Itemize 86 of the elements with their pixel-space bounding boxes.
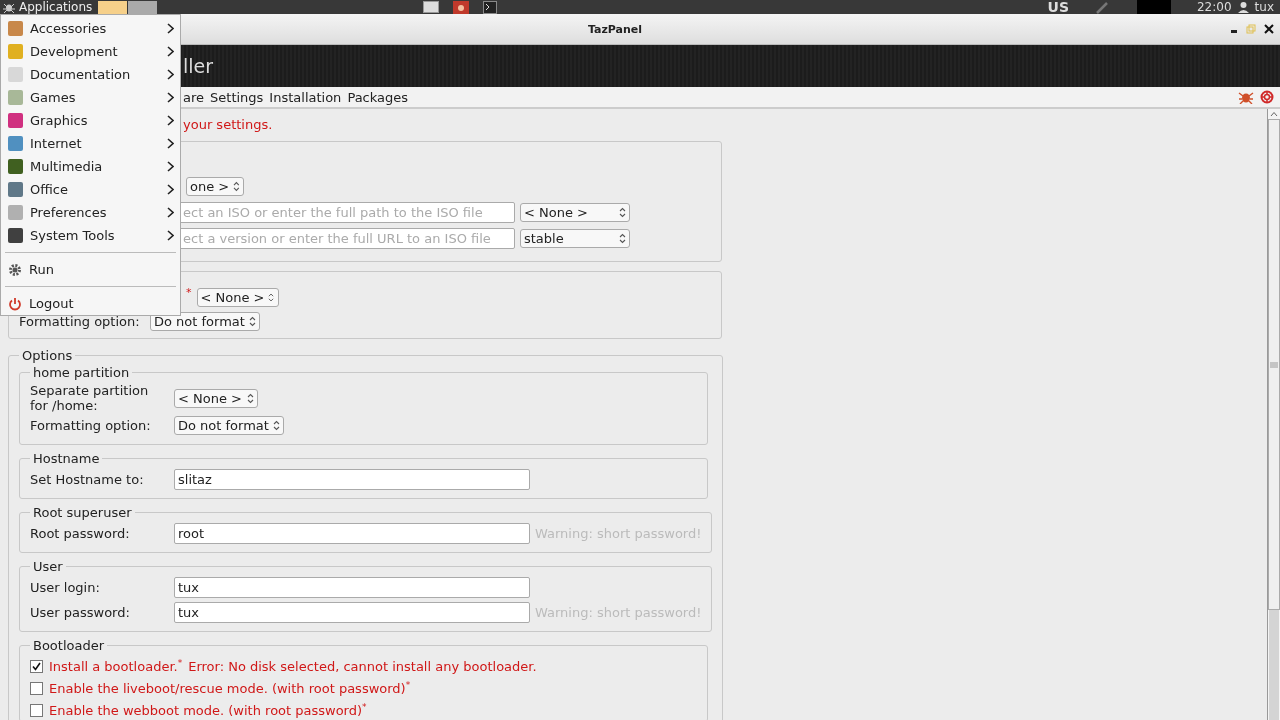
chevron-right-icon — [167, 23, 174, 34]
menu-link[interactable]: Installation — [269, 89, 342, 105]
window-title: TazPanel — [587, 22, 643, 36]
menu-item[interactable]: Office — [1, 178, 180, 201]
input-field[interactable]: tux — [174, 576, 530, 598]
taskbar-button[interactable] — [128, 0, 158, 14]
terminal-icon[interactable] — [483, 0, 498, 14]
chevron-right-icon — [167, 138, 174, 149]
group-legend: Bootloader — [30, 638, 108, 653]
field-label: Set Hostname to: — [30, 471, 145, 487]
dropdown[interactable]: < None > — [196, 287, 279, 307]
dropdown[interactable]: stable — [520, 228, 630, 248]
arrow-up-icon[interactable] — [1270, 111, 1278, 117]
chevron-right-icon — [167, 46, 174, 57]
chevron-right-icon — [167, 230, 174, 241]
group-legend: home partition — [30, 365, 133, 380]
field-label: Separate partition for /home: — [30, 383, 150, 413]
clock[interactable]: 22:00 — [1197, 0, 1232, 14]
group-legend: User — [30, 559, 66, 574]
field-label: Root password: — [30, 525, 131, 541]
group-legend: Options — [19, 348, 76, 363]
tray-block — [1137, 0, 1171, 14]
chevron-right-icon — [167, 161, 174, 172]
menu-item[interactable]: Preferences — [1, 201, 180, 224]
menu-item[interactable]: Accessories — [1, 17, 180, 40]
updown-icon — [249, 315, 256, 327]
keyboard-layout[interactable]: US — [1047, 0, 1069, 14]
power-icon — [8, 296, 22, 311]
menu-item[interactable]: Games — [1, 86, 180, 109]
menu-link[interactable]: Packages — [347, 89, 409, 105]
input-field[interactable]: ect an ISO or enter the full path to the ISO file — [179, 201, 515, 223]
input-field[interactable]: ect a version or enter the full URL to an ISO file — [179, 227, 515, 249]
checkbox[interactable] — [30, 659, 43, 673]
chevron-right-icon — [167, 115, 174, 126]
menu-item[interactable]: Multimedia — [1, 155, 180, 178]
notice-text: your settings. — [183, 117, 273, 133]
dropdown[interactable]: one > — [186, 176, 244, 196]
updown-icon — [619, 232, 626, 244]
menu-item[interactable]: Internet — [1, 132, 180, 155]
checkbox-label[interactable]: Enable the liveboot/rescue mode. (with root password)$^{*}$ — [49, 679, 411, 697]
chevron-right-icon — [167, 184, 174, 195]
input-field[interactable]: tux — [174, 601, 530, 623]
dropdown[interactable]: Do not format — [174, 415, 284, 435]
user-name[interactable]: tux — [1254, 0, 1274, 14]
menu-item[interactable]: Development — [1, 40, 180, 63]
menu-item[interactable]: Graphics — [1, 109, 180, 132]
taskbar-button[interactable] — [98, 0, 128, 14]
menu-item[interactable]: Run — [1, 258, 180, 281]
dropdown[interactable]: Do not format — [150, 311, 260, 331]
window-icon[interactable] — [423, 1, 440, 13]
input-field[interactable]: root — [174, 522, 530, 544]
gear-icon — [8, 262, 22, 277]
group-legend: Hostname — [30, 451, 103, 466]
checkbox[interactable] — [30, 681, 43, 695]
chevron-right-icon — [167, 92, 174, 103]
updown-icon — [619, 206, 626, 218]
checkbox[interactable] — [30, 703, 43, 717]
group-legend: Root superuser — [30, 505, 135, 520]
applications-menu-button[interactable]: Applications — [0, 0, 99, 14]
error-text: Error: No disk selected, cannot install any bootloader. — [188, 658, 537, 674]
menu-item[interactable]: System Tools — [1, 224, 180, 247]
required-mark: * — [186, 286, 192, 299]
dropdown[interactable]: < None > — [174, 388, 258, 408]
chevron-right-icon — [167, 69, 174, 80]
field-label: User password: — [30, 604, 131, 620]
updown-icon — [233, 180, 240, 192]
close-icon[interactable] — [1264, 24, 1274, 34]
scrollbar[interactable] — [1267, 109, 1280, 720]
input-field[interactable]: slitaz — [174, 468, 530, 490]
user-icon — [1237, 1, 1249, 13]
chevron-right-icon — [167, 207, 174, 218]
field-label: Formatting option: — [30, 417, 152, 433]
updown-icon — [247, 392, 254, 404]
checkbox-label[interactable]: Install a bootloader.$^{*}$ — [49, 657, 183, 675]
menu-link[interactable]: are — [183, 89, 205, 105]
checkbox-label[interactable]: Enable the webboot mode. (with root password)$^{*}$ — [49, 701, 367, 719]
menu-item[interactable]: Documentation — [1, 63, 180, 86]
updown-icon — [268, 291, 275, 303]
field-label: User login: — [30, 579, 101, 595]
field-label: Formatting option: — [19, 313, 141, 329]
page-title: ller — [183, 55, 214, 77]
lifebuoy-icon[interactable] — [1260, 90, 1274, 104]
bug-icon[interactable] — [1238, 90, 1254, 104]
menu-link[interactable]: Settings — [210, 89, 264, 105]
dropdown[interactable]: < None > — [520, 202, 630, 222]
updown-icon — [273, 419, 280, 431]
